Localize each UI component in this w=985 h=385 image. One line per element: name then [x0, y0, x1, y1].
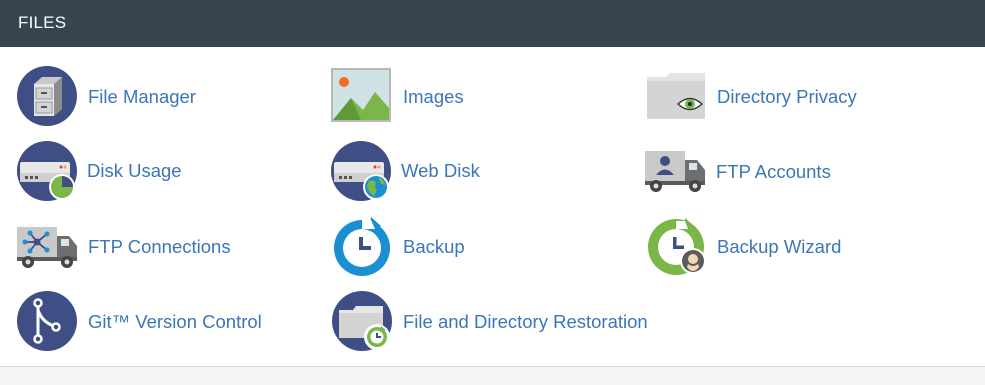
truck-user-icon [644, 148, 706, 194]
folder-clock-icon [331, 290, 393, 352]
drive-globe-icon [330, 140, 392, 202]
truck-network-icon [16, 224, 78, 270]
picture-icon [331, 68, 391, 124]
drive-pie-icon [16, 140, 78, 202]
tool-label[interactable]: FTP Connections [88, 236, 231, 258]
folder-eye-icon [646, 71, 706, 121]
tool-label[interactable]: Web Disk [401, 160, 480, 182]
tool-label[interactable]: Backup Wizard [717, 236, 841, 258]
tool-label[interactable]: File and Directory Restoration [403, 311, 648, 333]
section-header: FILES [0, 0, 985, 47]
tool-label[interactable]: File Manager [88, 86, 196, 108]
git-branch-icon [16, 290, 78, 352]
tool-label[interactable]: Backup [403, 236, 465, 258]
files-panel: FILES File Manager Images Directory Priv… [0, 0, 985, 367]
tool-label[interactable]: Disk Usage [87, 160, 182, 182]
clock-refresh-icon [331, 215, 393, 277]
panel-bottom-gap [0, 367, 985, 385]
tool-label[interactable]: Images [403, 86, 464, 108]
clock-wizard-icon [646, 215, 708, 277]
file-cabinet-icon [16, 65, 78, 127]
section-title: FILES [18, 13, 67, 32]
tool-label[interactable]: Directory Privacy [717, 86, 857, 108]
tool-label[interactable]: Git™ Version Control [88, 311, 262, 333]
tool-label[interactable]: FTP Accounts [716, 161, 831, 183]
